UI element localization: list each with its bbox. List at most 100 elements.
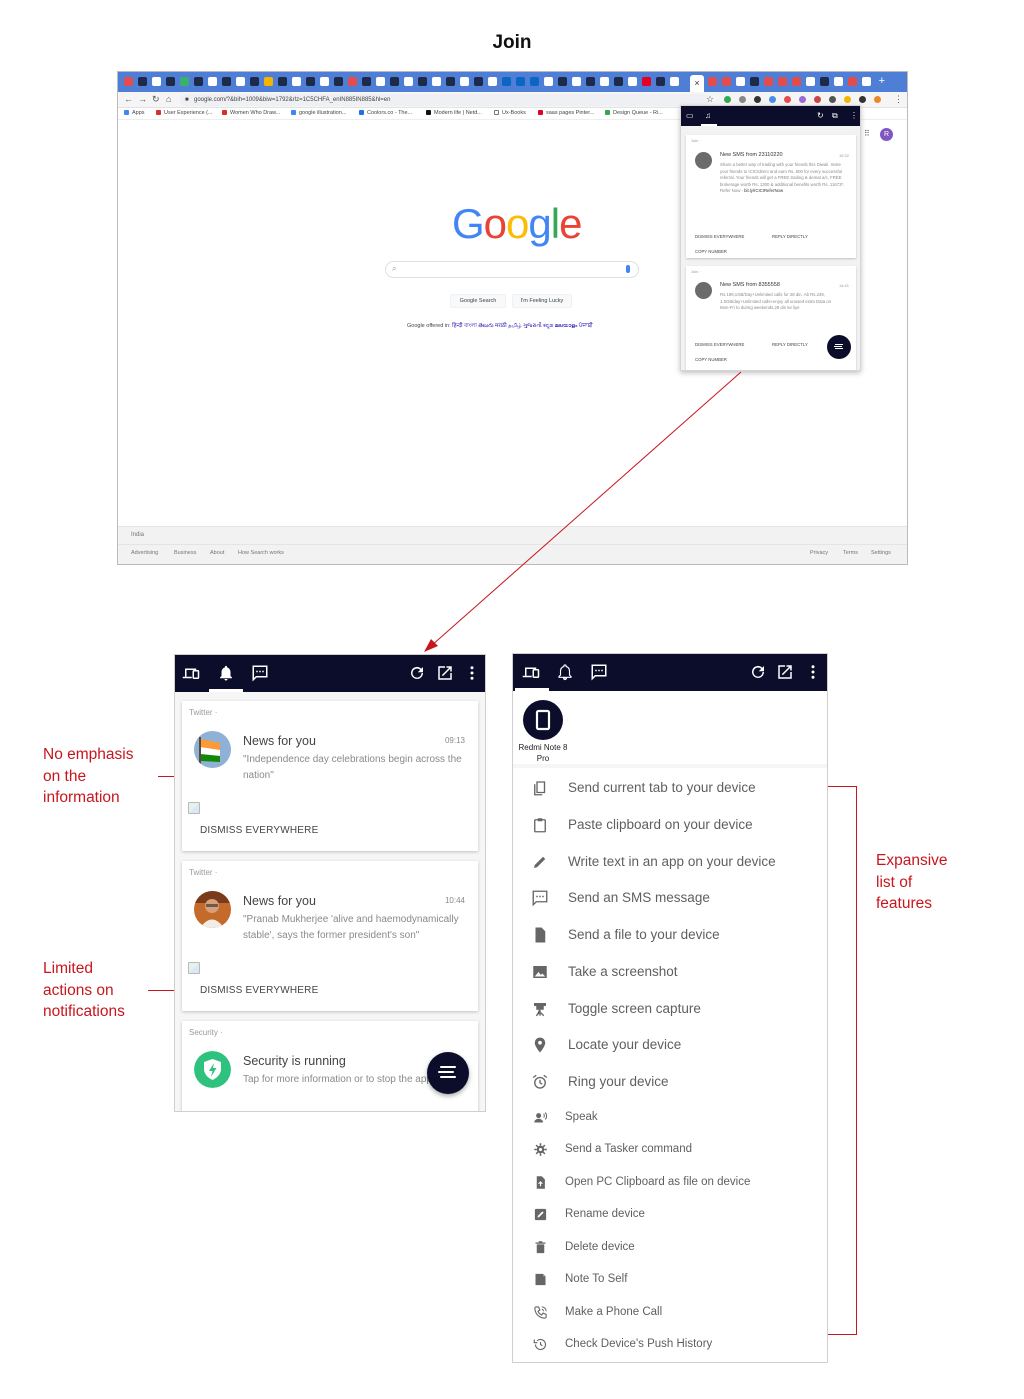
- feature-list: Send current tab to your device Paste cli…: [513, 768, 827, 1362]
- feature-label: Ring your device: [568, 1074, 669, 1089]
- feature-label: Write text in an app on your device: [568, 854, 776, 869]
- broken-image-icon: [188, 802, 200, 814]
- file-upload-icon: [536, 1176, 545, 1189]
- projector-icon: [534, 1003, 546, 1017]
- feature-item-pencil[interactable]: Write text in an app on your device: [513, 846, 827, 876]
- sms-tab-icon[interactable]: [590, 663, 608, 681]
- feature-item-file[interactable]: Send a file to your device: [513, 919, 827, 949]
- alarm-icon: [532, 1074, 548, 1089]
- notifications-tab-icon[interactable]: [556, 663, 574, 681]
- device-selector: Redmi Note 8 Pro: [513, 691, 827, 764]
- devices-panel: Redmi Note 8 Pro Send current tab to you…: [512, 653, 828, 1363]
- feature-item-clipboard[interactable]: Paste clipboard on your device: [513, 809, 827, 839]
- feature-item-note[interactable]: Note To Self: [513, 1264, 827, 1294]
- feature-label: Speak: [565, 1111, 598, 1123]
- app-name: Security ·: [189, 1028, 223, 1037]
- notification-title: News for you: [243, 894, 316, 908]
- devices-tab-icon[interactable]: [522, 663, 540, 681]
- dismiss-everywhere-button[interactable]: DISMISS EVERYWHERE: [200, 985, 318, 996]
- file-icon: [535, 927, 546, 943]
- feature-label: Toggle screen capture: [568, 1001, 701, 1016]
- feature-label: Locate your device: [568, 1037, 682, 1052]
- copy-icon: [534, 781, 546, 796]
- annotation-expansive-list: Expansive list of features: [876, 852, 948, 912]
- notification-time: 09:13: [444, 736, 465, 745]
- feature-item-location-pin[interactable]: Locate your device: [513, 1029, 827, 1059]
- feature-label: Take a screenshot: [568, 964, 678, 979]
- rename-icon: [534, 1208, 547, 1221]
- active-tab-indicator: [209, 689, 243, 692]
- phone-call-icon: [534, 1306, 547, 1319]
- feature-item-history[interactable]: Check Device's Push History: [513, 1329, 827, 1359]
- phone-icon: [535, 709, 551, 731]
- device-button[interactable]: [523, 700, 563, 740]
- feature-item-projector[interactable]: Toggle screen capture: [513, 993, 827, 1023]
- feature-item-speak[interactable]: Speak: [513, 1102, 827, 1132]
- flag-image: [194, 731, 231, 768]
- feature-label: Send a Tasker command: [565, 1143, 692, 1155]
- sms-icon: [532, 890, 548, 907]
- portrait-image: [194, 891, 231, 928]
- app-bar: [175, 655, 485, 692]
- trash-icon: [535, 1241, 546, 1254]
- refresh-icon[interactable]: [408, 664, 426, 682]
- feature-label: Make a Phone Call: [565, 1306, 663, 1318]
- broken-image-icon: [188, 962, 200, 974]
- notification-text: "Pranab Mukherjee 'alive and haemodynami…: [243, 914, 459, 941]
- annotation-limited-actions: Limited actions on notifications: [43, 960, 125, 1020]
- app-name: Twitter ·: [189, 708, 218, 717]
- feature-item-copy[interactable]: Send current tab to your device: [513, 772, 827, 802]
- refresh-icon[interactable]: [749, 663, 767, 681]
- news-thumbnail-flag: [194, 731, 231, 768]
- notifications-panel: Twitter · News for you 09:13 "Independen…: [174, 654, 486, 1112]
- app-name: Twitter ·: [189, 868, 218, 877]
- device-name: Redmi Note 8 Pro: [518, 743, 568, 763]
- notification-card[interactable]: Twitter · News for you 10:44 "Pranab Muk…: [182, 861, 478, 1011]
- feature-item-image[interactable]: Take a screenshot: [513, 956, 827, 986]
- notification-text: Tap for more information or to stop the …: [243, 1074, 433, 1085]
- notification-title: Security is running: [243, 1054, 346, 1068]
- note-icon: [535, 1273, 546, 1286]
- notification-time: 10:44: [444, 896, 465, 905]
- feature-item-file-upload[interactable]: Open PC Clipboard as file on device: [513, 1167, 827, 1197]
- feature-item-alarm[interactable]: Ring your device: [513, 1066, 827, 1096]
- speak-icon: [534, 1112, 548, 1123]
- feature-label: Note To Self: [565, 1273, 628, 1285]
- notifications-tab-icon[interactable]: [217, 664, 235, 682]
- feature-label: Send a file to your device: [568, 927, 720, 942]
- history-icon: [533, 1338, 547, 1351]
- notification-text: "Independence day celebrations begin acr…: [243, 754, 462, 781]
- annotation-no-emphasis: No emphasis on the information: [43, 746, 134, 806]
- image-icon: [533, 966, 547, 978]
- more-menu-icon[interactable]: [804, 663, 822, 681]
- tasker-icon: [534, 1143, 547, 1156]
- security-shield-icon: [194, 1051, 231, 1088]
- clipboard-icon: [534, 818, 546, 833]
- feature-item-rename[interactable]: Rename device: [513, 1199, 827, 1229]
- feature-label: Delete device: [565, 1241, 635, 1253]
- app-bar: [513, 654, 827, 691]
- popout-icon[interactable]: [776, 663, 794, 681]
- feature-label: Send current tab to your device: [568, 780, 756, 795]
- feature-item-phone-call[interactable]: Make a Phone Call: [513, 1297, 827, 1327]
- dismiss-everywhere-button[interactable]: DISMISS EVERYWHERE: [200, 825, 318, 836]
- feature-label: Send an SMS message: [568, 890, 710, 905]
- feature-item-trash[interactable]: Delete device: [513, 1232, 827, 1262]
- popout-icon[interactable]: [436, 664, 454, 682]
- feature-item-sms[interactable]: Send an SMS message: [513, 882, 827, 912]
- fab-menu-button[interactable]: [427, 1052, 469, 1094]
- sms-tab-icon[interactable]: [251, 664, 269, 682]
- shield-icon: [194, 1051, 231, 1088]
- notification-title: News for you: [243, 734, 316, 748]
- devices-tab-icon[interactable]: [182, 664, 200, 682]
- feature-item-tasker[interactable]: Send a Tasker command: [513, 1134, 827, 1164]
- notification-card[interactable]: Twitter · News for you 09:13 "Independen…: [182, 701, 478, 851]
- pencil-icon: [534, 856, 546, 868]
- news-thumbnail-portrait: [194, 891, 231, 928]
- feature-label: Rename device: [565, 1208, 645, 1220]
- feature-label: Paste clipboard on your device: [568, 817, 753, 832]
- feature-label: Open PC Clipboard as file on device: [565, 1176, 751, 1188]
- more-menu-icon[interactable]: [463, 664, 481, 682]
- feature-label: Check Device's Push History: [565, 1338, 713, 1350]
- location-pin-icon: [534, 1037, 546, 1053]
